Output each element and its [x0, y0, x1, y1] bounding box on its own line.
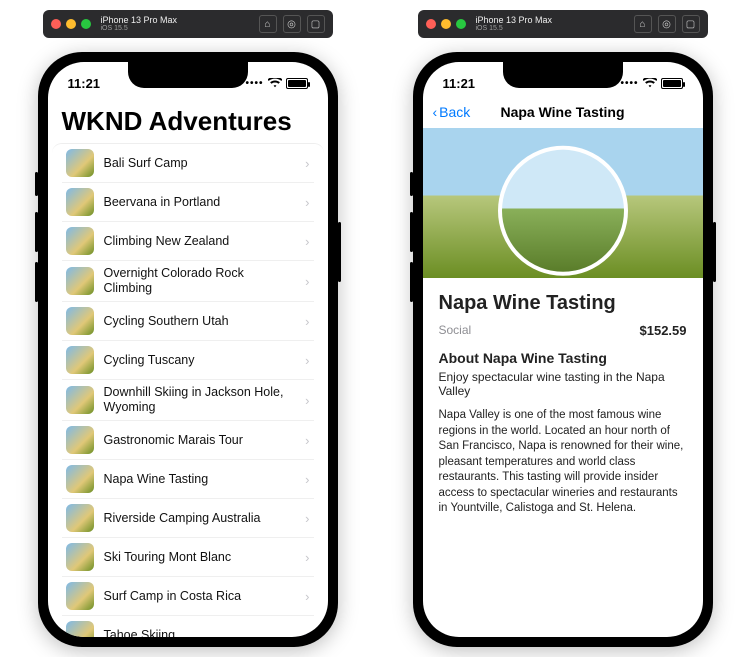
status-time: 11:21 [443, 76, 476, 91]
adventure-list[interactable]: Bali Surf Camp›Beervana in Portland›Clim… [52, 143, 324, 637]
chevron-right-icon: › [305, 433, 309, 448]
list-item-label: Overnight Colorado Rock Climbing [104, 266, 296, 296]
list-thumbnail [66, 582, 94, 610]
rotate-icon[interactable]: ▢ [682, 15, 700, 33]
about-heading: About Napa Wine Tasting [439, 350, 687, 366]
nav-bar: ‹ Back Napa Wine Tasting [423, 98, 703, 128]
list-thumbnail [66, 504, 94, 532]
window-controls [51, 19, 91, 29]
chevron-right-icon: › [305, 195, 309, 210]
chevron-right-icon: › [305, 156, 309, 171]
list-item-label: Riverside Camping Australia [104, 511, 296, 526]
list-thumbnail [66, 346, 94, 374]
list-thumbnail [66, 426, 94, 454]
chevron-right-icon: › [305, 472, 309, 487]
detail-title: Napa Wine Tasting [439, 292, 687, 315]
list-item-label: Beervana in Portland [104, 195, 296, 210]
list-thumbnail [66, 386, 94, 414]
chevron-right-icon: › [305, 589, 309, 604]
list-item[interactable]: Overnight Colorado Rock Climbing › [62, 261, 314, 302]
detail-description: Napa Valley is one of the most famous wi… [439, 408, 687, 517]
nav-title: Napa Wine Tasting [423, 104, 703, 120]
minimize-icon[interactable] [441, 19, 451, 29]
detail-category: Social [439, 323, 472, 338]
battery-icon [286, 78, 308, 89]
list-item-label: Climbing New Zealand [104, 234, 296, 249]
list-item[interactable]: Riverside Camping Australia › [62, 499, 314, 538]
hero-circle-image [498, 146, 628, 276]
cellular-icon: •••• [245, 78, 263, 89]
close-icon[interactable] [426, 19, 436, 29]
list-item[interactable]: Gastronomic Marais Tour › [62, 421, 314, 460]
list-item-label: Surf Camp in Costa Rica [104, 589, 296, 604]
home-icon[interactable]: ⌂ [634, 15, 652, 33]
zoom-icon[interactable] [456, 19, 466, 29]
simulator-titlebar: iPhone 13 Pro Max iOS 15.5 ⌂ ◎ ▢ [43, 10, 333, 38]
cellular-icon: •••• [620, 78, 638, 89]
list-item-label: Bali Surf Camp [104, 156, 296, 171]
list-item-label: Cycling Tuscany [104, 353, 296, 368]
list-thumbnail [66, 465, 94, 493]
list-item[interactable]: Bali Surf Camp › [62, 144, 314, 183]
zoom-icon[interactable] [81, 19, 91, 29]
list-item-label: Gastronomic Marais Tour [104, 433, 296, 448]
hero-image [423, 128, 703, 278]
list-thumbnail [66, 543, 94, 571]
simulator-os: iOS 15.5 [101, 25, 253, 32]
simulator-device: iPhone 13 Pro Max [476, 16, 628, 25]
battery-icon [661, 78, 683, 89]
simulator-titlebar: iPhone 13 Pro Max iOS 15.5 ⌂ ◎ ▢ [418, 10, 708, 38]
list-item[interactable]: Downhill Skiing in Jackson Hole, Wyoming… [62, 380, 314, 421]
list-thumbnail [66, 621, 94, 637]
list-item-label: Napa Wine Tasting [104, 472, 296, 487]
list-thumbnail [66, 307, 94, 335]
list-item[interactable]: Tahoe Skiing › [62, 616, 314, 637]
window-controls [426, 19, 466, 29]
list-thumbnail [66, 188, 94, 216]
detail-tagline: Enjoy spectacular wine tasting in the Na… [439, 370, 687, 398]
minimize-icon[interactable] [66, 19, 76, 29]
chevron-right-icon: › [305, 353, 309, 368]
list-item[interactable]: Napa Wine Tasting › [62, 460, 314, 499]
simulator-device: iPhone 13 Pro Max [101, 16, 253, 25]
list-thumbnail [66, 267, 94, 295]
list-item[interactable]: Beervana in Portland › [62, 183, 314, 222]
simulator-os: iOS 15.5 [476, 25, 628, 32]
page-title: WKND Adventures [48, 98, 328, 143]
list-thumbnail [66, 227, 94, 255]
status-time: 11:21 [68, 76, 101, 91]
list-item[interactable]: Ski Touring Mont Blanc › [62, 538, 314, 577]
list-item-label: Cycling Southern Utah [104, 314, 296, 329]
screenshot-icon[interactable]: ◎ [658, 15, 676, 33]
chevron-right-icon: › [305, 274, 309, 289]
home-icon[interactable]: ⌂ [259, 15, 277, 33]
chevron-right-icon: › [305, 628, 309, 638]
list-item[interactable]: Cycling Southern Utah › [62, 302, 314, 341]
list-item-label: Tahoe Skiing [104, 628, 296, 638]
chevron-right-icon: › [305, 550, 309, 565]
list-item[interactable]: Climbing New Zealand › [62, 222, 314, 261]
screenshot-icon[interactable]: ◎ [283, 15, 301, 33]
chevron-right-icon: › [305, 234, 309, 249]
chevron-right-icon: › [305, 393, 309, 408]
wifi-icon [268, 78, 282, 88]
list-item-label: Ski Touring Mont Blanc [104, 550, 296, 565]
detail-price: $152.59 [640, 323, 687, 338]
phone-frame: 11:21 •••• WKND Adventures Bali Surf Cam… [38, 52, 338, 647]
list-item-label: Downhill Skiing in Jackson Hole, Wyoming [104, 385, 296, 415]
list-item[interactable]: Surf Camp in Costa Rica › [62, 577, 314, 616]
chevron-right-icon: › [305, 511, 309, 526]
list-thumbnail [66, 149, 94, 177]
chevron-right-icon: › [305, 314, 309, 329]
close-icon[interactable] [51, 19, 61, 29]
phone-frame: 11:21 •••• ‹ Back Napa Wine Tasting [413, 52, 713, 647]
wifi-icon [643, 78, 657, 88]
rotate-icon[interactable]: ▢ [307, 15, 325, 33]
list-item[interactable]: Cycling Tuscany › [62, 341, 314, 380]
